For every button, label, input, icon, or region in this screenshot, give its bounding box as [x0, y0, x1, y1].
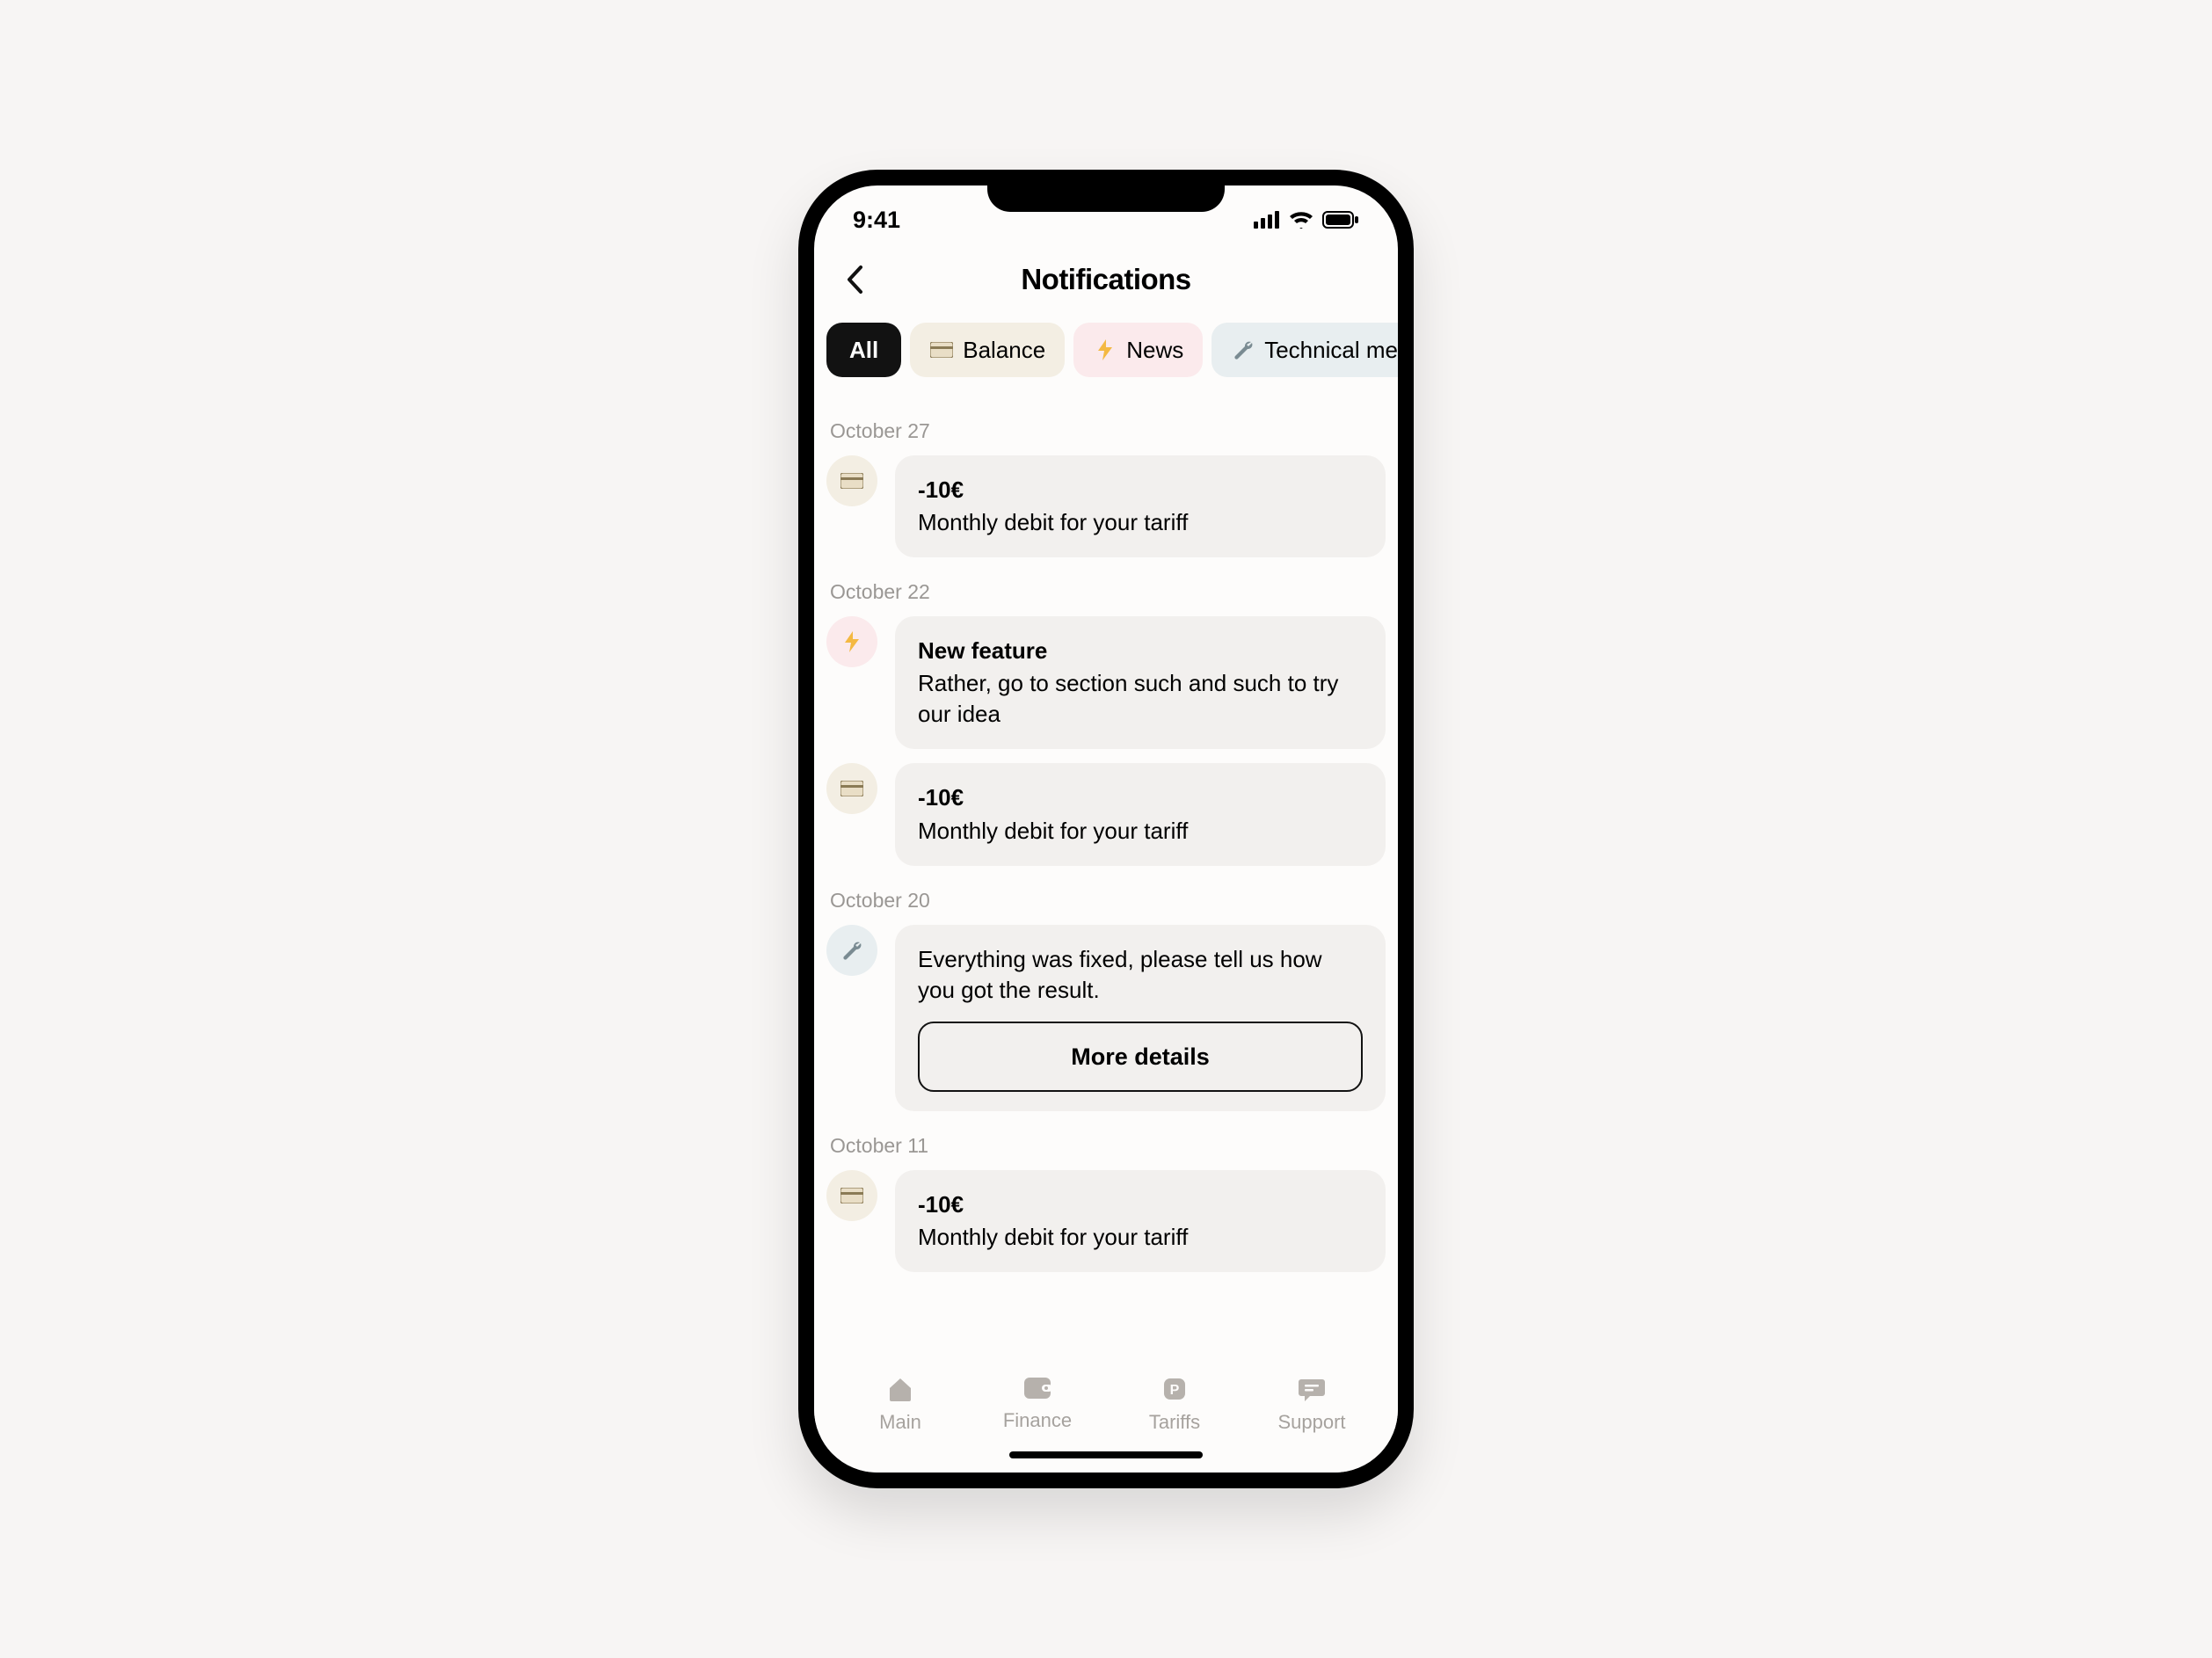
tariff-icon: P	[1161, 1376, 1188, 1402]
notification-title: -10€	[918, 1189, 1363, 1220]
wrench-icon	[841, 940, 862, 961]
stage: 9:41 Notifications	[0, 0, 2212, 1658]
notification-bubble: -10€ Monthly debit for your tariff	[895, 1170, 1386, 1272]
date-label: October 27	[830, 419, 1386, 443]
bolt-icon	[1093, 339, 1117, 360]
date-label: October 22	[830, 580, 1386, 604]
notification-title: -10€	[918, 475, 1363, 505]
tab-support[interactable]: Support	[1255, 1376, 1369, 1434]
home-icon	[886, 1376, 914, 1402]
card-icon	[840, 1188, 863, 1204]
notification-body: Monthly debit for your tariff	[918, 816, 1363, 847]
tab-finance-label: Finance	[1003, 1409, 1072, 1432]
notification-bubble: -10€ Monthly debit for your tariff	[895, 763, 1386, 865]
card-icon	[840, 781, 863, 796]
notification-bubble: New feature Rather, go to section such a…	[895, 616, 1386, 749]
filter-balance[interactable]: Balance	[910, 323, 1065, 377]
notification-title: New feature	[918, 636, 1363, 666]
tab-support-label: Support	[1277, 1411, 1345, 1434]
avatar-technical	[826, 925, 877, 976]
notification-body: Rather, go to section such and such to t…	[918, 668, 1363, 730]
more-details-button[interactable]: More details	[918, 1022, 1363, 1092]
notification-title: -10€	[918, 782, 1363, 813]
status-time: 9:41	[853, 207, 900, 234]
chevron-left-icon	[845, 265, 864, 295]
notification-body: Monthly debit for your tariff	[918, 1222, 1363, 1253]
notification-item[interactable]: -10€ Monthly debit for your tariff	[826, 1170, 1386, 1272]
battery-icon	[1322, 211, 1359, 229]
date-label: October 11	[830, 1134, 1386, 1158]
notch	[987, 170, 1225, 212]
filter-news[interactable]: News	[1073, 323, 1203, 377]
phone-frame: 9:41 Notifications	[798, 170, 1414, 1488]
avatar-news	[826, 616, 877, 667]
page-title: Notifications	[1021, 263, 1190, 296]
notification-item[interactable]: -10€ Monthly debit for your tariff	[826, 455, 1386, 557]
status-right	[1254, 211, 1359, 229]
notification-list[interactable]: October 27 -10€ Monthly debit for your t…	[814, 388, 1398, 1360]
home-indicator[interactable]	[1009, 1451, 1203, 1458]
card-icon	[840, 473, 863, 489]
date-label: October 20	[830, 889, 1386, 913]
wifi-icon	[1289, 211, 1313, 229]
filter-technical[interactable]: Technical mess...	[1212, 323, 1398, 377]
notification-item[interactable]: New feature Rather, go to section such a…	[826, 616, 1386, 749]
notification-bubble: -10€ Monthly debit for your tariff	[895, 455, 1386, 557]
tab-main[interactable]: Main	[843, 1376, 957, 1434]
notification-item[interactable]: Everything was fixed, please tell us how…	[826, 925, 1386, 1112]
wallet-icon	[1022, 1376, 1052, 1400]
tab-tariffs-label: Tariffs	[1149, 1411, 1200, 1434]
screen: 9:41 Notifications	[814, 185, 1398, 1473]
filter-news-label: News	[1126, 337, 1183, 364]
notification-body: Monthly debit for your tariff	[918, 507, 1363, 538]
notification-item[interactable]: -10€ Monthly debit for your tariff	[826, 763, 1386, 865]
tab-main-label: Main	[879, 1411, 921, 1434]
card-icon	[929, 339, 954, 360]
filter-chips[interactable]: All Balance News	[814, 312, 1398, 388]
tab-finance[interactable]: Finance	[980, 1376, 1095, 1432]
filter-all-label: All	[849, 337, 878, 364]
filter-balance-label: Balance	[963, 337, 1045, 364]
tab-tariffs[interactable]: P Tariffs	[1117, 1376, 1232, 1434]
back-button[interactable]	[835, 260, 874, 299]
svg-text:P: P	[1170, 1383, 1180, 1398]
avatar-balance	[826, 763, 877, 814]
bolt-icon	[843, 631, 861, 652]
wrench-icon	[1231, 339, 1255, 360]
notification-body: Everything was fixed, please tell us how…	[918, 944, 1363, 1006]
filter-technical-label: Technical mess...	[1264, 337, 1398, 364]
chat-icon	[1298, 1376, 1326, 1402]
avatar-balance	[826, 1170, 877, 1221]
notification-bubble: Everything was fixed, please tell us how…	[895, 925, 1386, 1112]
header: Notifications	[814, 247, 1398, 312]
filter-all[interactable]: All	[826, 323, 901, 377]
cellular-icon	[1254, 211, 1280, 229]
avatar-balance	[826, 455, 877, 506]
